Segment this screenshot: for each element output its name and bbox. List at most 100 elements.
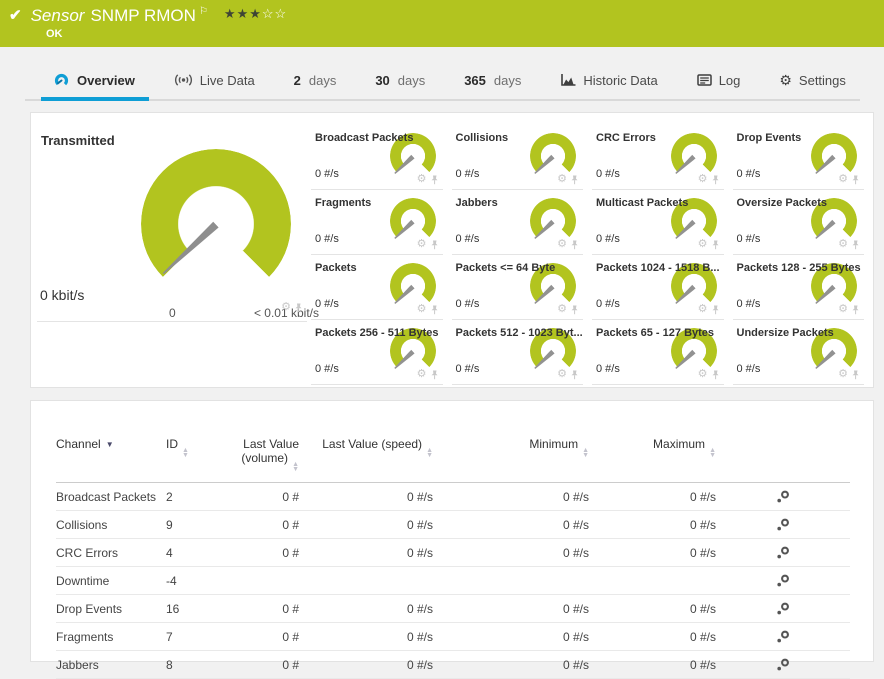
column-header-last-value-volume[interactable]: Last Value (volume) ▲ ▼	[236, 417, 299, 484]
mini-gauge-tile: Fragments 0 #/s ⚙	[311, 190, 443, 255]
column-header-minimum[interactable]: Minimum ▲ ▼	[433, 417, 589, 484]
pin-icon[interactable]	[430, 175, 439, 185]
mini-gauge-tile: Drop Events 0 #/s ⚙	[732, 125, 864, 190]
channel-settings-icon[interactable]	[776, 546, 790, 560]
tab-30-days[interactable]: 30 days	[375, 61, 425, 99]
cell-last-value-speed: 0 #/s	[299, 510, 433, 540]
pin-icon[interactable]	[570, 175, 579, 185]
star-empty-icon[interactable]: ☆	[262, 6, 275, 21]
gauge-title: Packets <= 64 Byte	[455, 262, 556, 274]
gear-icon[interactable]: ⚙	[838, 369, 848, 380]
pin-icon[interactable]	[711, 305, 720, 315]
star-empty-icon[interactable]: ☆	[275, 6, 288, 21]
gauge-arc	[141, 149, 291, 299]
tab-overview[interactable]: Overview	[41, 61, 149, 101]
pin-icon[interactable]	[711, 240, 720, 250]
cell-actions	[716, 622, 850, 652]
table-row[interactable]: Collisions 9 0 # 0 #/s 0 #/s 0 #/s	[56, 510, 850, 540]
tab-2-days[interactable]: 2 days	[294, 61, 337, 99]
gear-icon[interactable]: ⚙	[698, 369, 708, 380]
cell-actions	[716, 650, 850, 679]
cell-last-value-speed	[299, 566, 433, 596]
pin-icon[interactable]	[851, 305, 860, 315]
gear-icon[interactable]: ⚙	[417, 304, 427, 315]
cell-actions	[716, 594, 850, 624]
mini-gauges-grid: Broadcast Packets 0 #/s ⚙ Collisions 0 #…	[311, 125, 864, 385]
gear-icon[interactable]: ⚙	[417, 239, 427, 250]
pin-icon[interactable]	[851, 175, 860, 185]
pin-icon[interactable]	[430, 305, 439, 315]
star-filled-icon[interactable]: ★	[224, 6, 237, 21]
channel-settings-icon[interactable]	[776, 518, 790, 532]
channel-settings-icon[interactable]	[776, 574, 790, 588]
table-row[interactable]: Fragments 7 0 # 0 #/s 0 #/s 0 #/s	[56, 622, 850, 652]
pin-icon[interactable]	[711, 175, 720, 185]
cell-actions	[716, 538, 850, 568]
channel-settings-icon[interactable]	[776, 490, 790, 504]
table-row[interactable]: Broadcast Packets 2 0 # 0 #/s 0 #/s 0 #/…	[56, 482, 850, 512]
cell-id: 16	[166, 594, 236, 624]
tab-historic-data[interactable]: Historic Data	[560, 61, 658, 99]
gear-icon[interactable]: ⚙	[417, 369, 427, 380]
column-header-maximum[interactable]: Maximum ▲ ▼	[589, 417, 716, 484]
gear-icon[interactable]: ⚙	[281, 302, 291, 313]
pin-icon[interactable]	[851, 240, 860, 250]
gear-icon[interactable]: ⚙	[557, 174, 567, 185]
transmitted-gauge: 0 < 0.01 kbit/s	[141, 149, 319, 320]
gear-icon: ⚙	[779, 72, 792, 88]
flag-icon[interactable]: ⚐	[199, 6, 208, 17]
pin-icon[interactable]	[570, 240, 579, 250]
sensor-status-bar: ✔ Sensor SNMP RMON ⚐ ★★★☆☆ OK	[0, 0, 884, 47]
tab-log[interactable]: Log	[696, 61, 740, 99]
tab-settings[interactable]: ⚙ Settings	[779, 61, 846, 99]
gear-icon[interactable]: ⚙	[557, 369, 567, 380]
priority-stars[interactable]: ★★★☆☆	[224, 7, 287, 20]
pin-icon[interactable]	[430, 240, 439, 250]
gear-icon[interactable]: ⚙	[698, 239, 708, 250]
cell-actions	[716, 566, 850, 596]
table-row[interactable]: Jabbers 8 0 # 0 #/s 0 #/s 0 #/s	[56, 650, 850, 679]
gear-icon[interactable]: ⚙	[557, 304, 567, 315]
column-header-last-value-speed[interactable]: Last Value (speed) ▲ ▼	[299, 417, 433, 484]
gear-icon[interactable]: ⚙	[698, 304, 708, 315]
tab-bar: Overview Live Data 2 days 30 days 365 da…	[25, 61, 860, 101]
cell-maximum: 0 #/s	[589, 622, 716, 652]
star-filled-icon[interactable]: ★	[237, 6, 250, 21]
cell-maximum	[589, 566, 716, 596]
gear-icon[interactable]: ⚙	[417, 174, 427, 185]
table-row[interactable]: Drop Events 16 0 # 0 #/s 0 #/s 0 #/s	[56, 594, 850, 624]
cell-last-value-speed: 0 #/s	[299, 622, 433, 652]
mini-gauge-tile: Packets 256 - 511 Bytes 0 #/s ⚙	[311, 320, 443, 385]
gauge-title: Packets 65 - 127 Bytes	[596, 327, 715, 339]
pin-icon[interactable]	[570, 370, 579, 380]
log-icon	[696, 74, 712, 86]
pin-icon[interactable]	[570, 305, 579, 315]
gear-icon[interactable]: ⚙	[557, 239, 567, 250]
cell-last-value-volume: 0 #	[236, 650, 299, 679]
cell-id: 4	[166, 538, 236, 568]
mini-gauge-tile: Broadcast Packets 0 #/s ⚙	[311, 125, 443, 190]
sensor-title-prefix: Sensor	[30, 6, 85, 25]
star-filled-icon[interactable]: ★	[249, 6, 262, 21]
channel-settings-icon[interactable]	[776, 602, 790, 616]
gauge-value: 0 #/s	[596, 363, 620, 375]
gear-icon[interactable]: ⚙	[698, 174, 708, 185]
column-header-id[interactable]: ID ▲ ▼	[166, 417, 236, 484]
gear-icon[interactable]: ⚙	[838, 239, 848, 250]
channel-settings-icon[interactable]	[776, 630, 790, 644]
pin-icon[interactable]	[430, 370, 439, 380]
gear-icon[interactable]: ⚙	[838, 304, 848, 315]
pin-icon[interactable]	[711, 370, 720, 380]
tab-live-data[interactable]: Live Data	[174, 61, 255, 99]
gear-icon[interactable]: ⚙	[838, 174, 848, 185]
gauge-title: Oversize Packets	[736, 197, 828, 209]
cell-last-value-volume: 0 #	[236, 510, 299, 540]
tab-365-days[interactable]: 365 days	[464, 61, 521, 99]
column-header-channel[interactable]: Channel ▼	[56, 417, 166, 484]
pin-icon[interactable]	[851, 370, 860, 380]
table-row[interactable]: Downtime -4	[56, 566, 850, 596]
channel-settings-icon[interactable]	[776, 658, 790, 672]
table-row[interactable]: CRC Errors 4 0 # 0 #/s 0 #/s 0 #/s	[56, 538, 850, 568]
pin-icon[interactable]	[294, 303, 303, 313]
gauge-value: 0 #/s	[596, 298, 620, 310]
